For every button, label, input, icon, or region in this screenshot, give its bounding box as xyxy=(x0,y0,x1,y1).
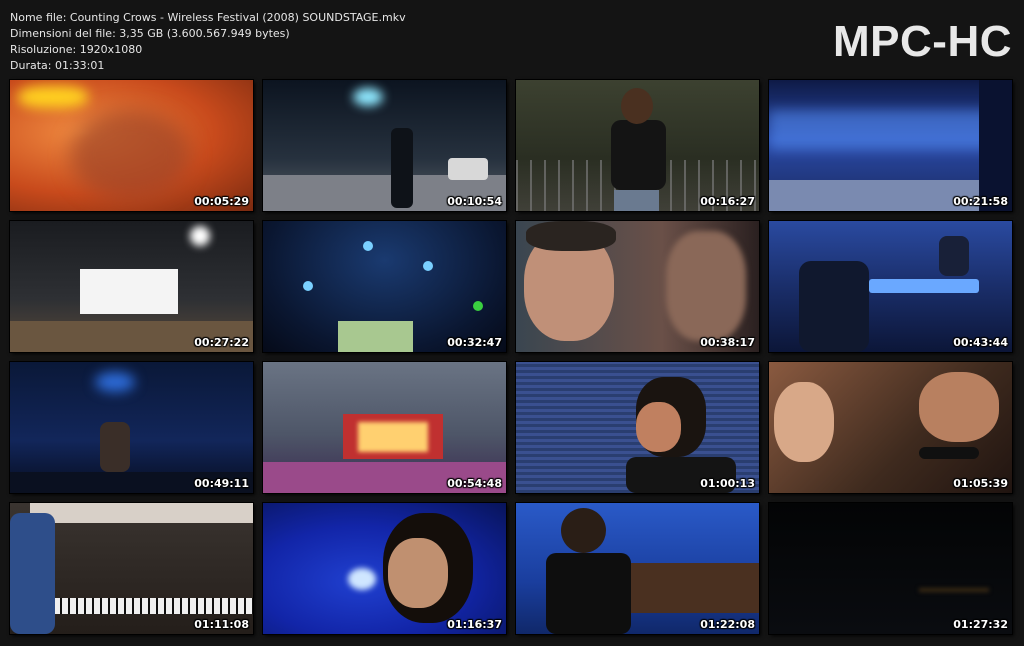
timestamp: 00:43:44 xyxy=(953,336,1008,349)
timestamp: 00:10:54 xyxy=(447,195,502,208)
timestamp: 00:38:17 xyxy=(700,336,755,349)
timestamp: 01:00:13 xyxy=(700,477,755,490)
thumbnail-13: 01:11:08 xyxy=(10,503,253,634)
timestamp: 01:27:32 xyxy=(953,618,1008,631)
timestamp: 01:16:37 xyxy=(447,618,502,631)
timestamp: 01:11:08 xyxy=(194,618,249,631)
thumbnail-6: 00:32:47 xyxy=(263,221,506,352)
thumbnail-10: 00:54:48 xyxy=(263,362,506,493)
file-size-line: Dimensioni del file: 3,35 GB (3.600.567.… xyxy=(10,27,290,40)
thumbnail-5: 00:27:22 xyxy=(10,221,253,352)
thumbnail-15: 01:22:08 xyxy=(516,503,759,634)
timestamp: 01:05:39 xyxy=(953,477,1008,490)
thumbnail-7: 00:38:17 xyxy=(516,221,759,352)
thumbnail-16: 01:27:32 xyxy=(769,503,1012,634)
resolution-line: Risoluzione: 1920x1080 xyxy=(10,43,143,56)
thumbnail-grid: 00:05:29 00:10:54 00:16:27 00:21:58 00:2… xyxy=(10,80,1012,634)
file-info-panel: Nome file: Counting Crows - Wireless Fes… xyxy=(10,10,406,74)
timestamp: 01:22:08 xyxy=(700,618,755,631)
duration-line: Durata: 01:33:01 xyxy=(10,59,105,72)
thumbnail-12: 01:05:39 xyxy=(769,362,1012,493)
file-name-line: Nome file: Counting Crows - Wireless Fes… xyxy=(10,11,406,24)
timestamp: 00:32:47 xyxy=(447,336,502,349)
timestamp: 00:21:58 xyxy=(953,195,1008,208)
thumbnail-8: 00:43:44 xyxy=(769,221,1012,352)
timestamp: 00:05:29 xyxy=(194,195,249,208)
timestamp: 00:49:11 xyxy=(194,477,249,490)
thumbnail-1: 00:05:29 xyxy=(10,80,253,211)
thumbnail-4: 00:21:58 xyxy=(769,80,1012,211)
timestamp: 00:16:27 xyxy=(700,195,755,208)
timestamp: 00:27:22 xyxy=(194,336,249,349)
thumbnail-14: 01:16:37 xyxy=(263,503,506,634)
thumbnail-9: 00:49:11 xyxy=(10,362,253,493)
mpc-hc-logo: MPC-HC xyxy=(833,17,1012,66)
thumbnail-11: 01:00:13 xyxy=(516,362,759,493)
timestamp: 00:54:48 xyxy=(447,477,502,490)
thumbnail-3: 00:16:27 xyxy=(516,80,759,211)
thumbnail-2: 00:10:54 xyxy=(263,80,506,211)
